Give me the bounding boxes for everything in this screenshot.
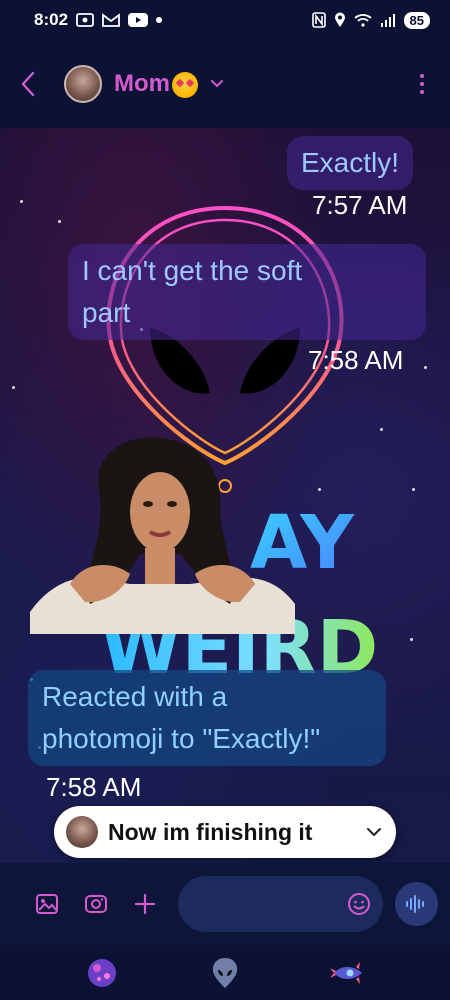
photomoji-image[interactable] [30, 434, 295, 634]
received-message-bubble[interactable]: Reacted with a photomoji to "Exactly!" [28, 670, 386, 766]
message-text-line: part [82, 297, 131, 328]
add-attachment-button[interactable] [127, 885, 164, 923]
more-dot [420, 82, 424, 86]
message-text-line: Reacted with a [42, 681, 228, 712]
nav-home-button[interactable] [205, 953, 245, 993]
contact-name-text: Mom [114, 70, 170, 97]
plus-icon [135, 893, 156, 915]
more-dot [420, 90, 424, 94]
chevron-down-icon [211, 80, 223, 88]
nav-back-button[interactable] [328, 953, 368, 993]
battery-indicator: 85 [403, 11, 430, 29]
sent-message-bubble[interactable]: Exactly! [287, 136, 414, 190]
status-bar: 8:02 85 [0, 0, 450, 40]
gallery-button[interactable] [28, 885, 65, 923]
preview-avatar [66, 816, 98, 848]
status-right: 85 [311, 11, 430, 29]
camera-button[interactable] [77, 885, 114, 923]
message-time: 7:57 AM [312, 190, 408, 220]
voice-record-button[interactable] [394, 882, 438, 926]
location-icon [334, 12, 346, 28]
image-icon [35, 894, 58, 914]
screen-record-icon [76, 12, 94, 28]
status-time: 8:02 [34, 10, 69, 29]
message-time: 7:58 AM [308, 345, 404, 375]
message-text: Exactly! [301, 147, 400, 178]
notification-dot-icon [156, 17, 163, 23]
wifi-icon [353, 13, 372, 27]
nfc-icon [311, 12, 326, 28]
sent-message-bubble[interactable]: I can't get the soft part [68, 244, 426, 340]
camera-icon [85, 895, 108, 913]
planet-icon [87, 958, 116, 987]
navigation-bar [0, 945, 450, 1000]
contact-avatar[interactable] [64, 65, 102, 103]
scroll-down-button[interactable] [366, 827, 382, 837]
message-text-line: I can't get the soft [82, 255, 303, 286]
gmail-icon [102, 13, 120, 27]
message-time: 7:58 AM [46, 772, 142, 802]
alien-head-icon [212, 957, 238, 988]
chat-area[interactable]: AY WEIRD Exactly! 7:57 AM I can't get th… [0, 128, 450, 863]
youtube-icon [128, 13, 149, 27]
message-text-line: photomoji to "Exactly!" [42, 723, 321, 754]
compose-bar [0, 863, 450, 945]
chevron-left-icon [21, 71, 35, 97]
back-button[interactable] [20, 64, 50, 104]
rocket-icon [330, 961, 363, 984]
emoji-icon[interactable] [347, 892, 371, 916]
status-left: 8:02 [34, 10, 163, 30]
smiling-face-with-hearts-icon [172, 71, 198, 98]
nav-recent-button[interactable] [82, 953, 122, 993]
signal-icon [380, 13, 396, 27]
preview-text: Now im finishing it [108, 818, 313, 845]
more-dot [420, 74, 424, 78]
message-input[interactable] [178, 876, 383, 932]
new-message-preview[interactable]: Now im finishing it [54, 806, 396, 858]
chevron-down-icon [367, 828, 381, 837]
contact-name[interactable]: Mom [114, 70, 198, 98]
voice-wave-icon [406, 895, 425, 913]
more-options-button[interactable] [414, 68, 430, 100]
conversation-header: Mom [0, 40, 450, 128]
contact-dropdown-button[interactable] [210, 79, 224, 89]
